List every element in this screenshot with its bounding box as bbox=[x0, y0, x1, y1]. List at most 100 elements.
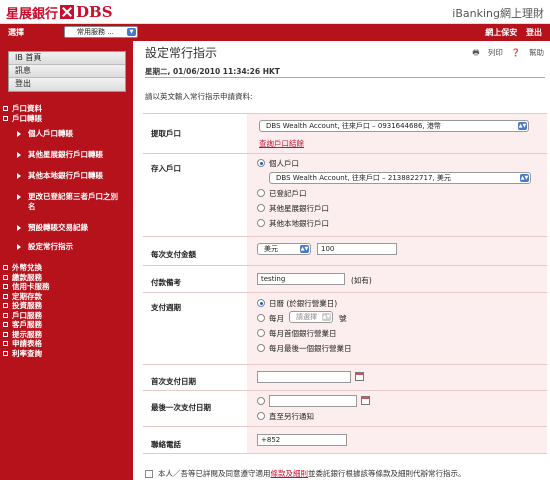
menu-bullet-icon bbox=[3, 115, 8, 121]
last-date-label: 最後一次支付日期 bbox=[143, 391, 247, 426]
chevron-down-icon: ▲▼ bbox=[520, 174, 529, 182]
row-to-account: 存入戶口 個人戶口 DBS Wealth Account, 往來戶口 – 213… bbox=[143, 153, 547, 236]
radio-registered-account-label: 已登記戶口 bbox=[269, 189, 307, 198]
terms-suffix: 並委託銀行根據該等條款及細則代辦常行指示。 bbox=[308, 469, 466, 478]
instruction-text: 請以英文輸入常行指示申請資料: bbox=[145, 92, 253, 101]
menu-bullet-icon bbox=[3, 303, 8, 308]
chevron-down-icon: ▲▼ bbox=[300, 245, 309, 253]
from-account-selected: DBS Wealth Account, 往來戶口 – 0931644686, 港… bbox=[266, 122, 441, 130]
dbs-logo[interactable]: 星展銀行 DBS bbox=[6, 3, 113, 22]
sidebar-ib-home[interactable]: IB 首頁 bbox=[9, 52, 125, 65]
check-balance-link[interactable]: 查詢戶口結餘 bbox=[259, 138, 304, 149]
sidebar-logout[interactable]: 登出 bbox=[9, 78, 125, 91]
sidebar: IB 首頁 訊息 登出 戶口資料 戶口轉賬 個人戶口轉賬 其他星展銀行戶口轉賬 … bbox=[0, 41, 133, 480]
radio-own-account[interactable] bbox=[257, 159, 265, 167]
menu-account-info[interactable]: 戶口資料 bbox=[0, 104, 133, 114]
menu-customer-services[interactable]: 客戶服務 bbox=[0, 320, 133, 330]
chevron-down-icon: ▲▼ bbox=[322, 313, 331, 321]
radio-registered-account[interactable] bbox=[257, 189, 265, 197]
amount-value-cell: 美元 ▲▼ 100 bbox=[247, 237, 547, 265]
remark-optional-hint: (如有) bbox=[351, 276, 372, 285]
first-date-label: 首次支付日期 bbox=[143, 365, 247, 390]
last-date-value-cell: 直至另行通知 bbox=[247, 391, 547, 426]
divider bbox=[145, 77, 545, 78]
to-account-select[interactable]: DBS Wealth Account, 往來戶口 – 2138822717, 美… bbox=[269, 172, 531, 184]
calendar-icon[interactable] bbox=[355, 372, 364, 381]
menu-bullet-icon bbox=[3, 350, 8, 356]
terms-prefix: 本人／吾等已詳閱及同意遵守適用 bbox=[158, 469, 271, 478]
menu-investment[interactable]: 投資服務 bbox=[0, 301, 133, 311]
online-security-link[interactable]: 網上保安 bbox=[485, 28, 517, 37]
remark-input[interactable]: testing bbox=[257, 273, 345, 285]
monthly-day-select[interactable]: 請選擇 ▲▼ bbox=[289, 311, 333, 323]
row-from-account: 提取戶口 DBS Wealth Account, 往來戶口 – 09316446… bbox=[143, 113, 547, 153]
submenu-own-account-transfer[interactable]: 個人戶口轉賬 bbox=[0, 129, 133, 150]
menu-label: 投資服務 bbox=[12, 301, 42, 310]
common-services-select[interactable]: 常用服務 ... ▼ bbox=[64, 26, 138, 38]
menu-credit-card[interactable]: 信用卡服務 bbox=[0, 282, 133, 292]
last-date-input[interactable] bbox=[269, 395, 357, 407]
radio-other-local-bank[interactable] bbox=[257, 219, 265, 227]
menu-bullet-icon bbox=[3, 293, 8, 299]
radio-freq-last-business-day[interactable] bbox=[257, 344, 265, 352]
menu-account-transfer[interactable]: 戶口轉賬 bbox=[0, 114, 133, 124]
submenu-label: 預設轉賬交易記錄 bbox=[28, 223, 88, 232]
menu-forms[interactable]: 申請表格 bbox=[0, 339, 133, 349]
row-last-date: 最後一次支付日期 直至另行通知 bbox=[143, 390, 547, 426]
submenu-scheduled-transfers[interactable]: 預設轉賬交易記錄 bbox=[0, 223, 133, 242]
calendar-icon[interactable] bbox=[361, 396, 370, 405]
radio-freq-monthly-day[interactable] bbox=[257, 314, 265, 322]
menu-fx[interactable]: 外幣兌換 bbox=[0, 263, 133, 273]
top-nav-bar: 選擇 常用服務 ... ▼ 網上保安 登出 bbox=[0, 24, 550, 41]
amount-label: 每次支付金額 bbox=[143, 237, 247, 265]
currency-selected: 美元 bbox=[264, 245, 278, 253]
row-remark: 付款備考 testing (如有) bbox=[143, 265, 547, 292]
sidebar-messages[interactable]: 訊息 bbox=[9, 65, 125, 78]
menu-alerts[interactable]: 提示服務 bbox=[0, 330, 133, 340]
menu-bill-payment[interactable]: 繳款服務 bbox=[0, 273, 133, 283]
menu-label: 申請表格 bbox=[12, 339, 42, 348]
currency-select[interactable]: 美元 ▲▼ bbox=[257, 243, 311, 255]
radio-freq-monthly-day-label: 每月 bbox=[269, 314, 284, 323]
radio-freq-daily[interactable] bbox=[257, 299, 265, 307]
radio-freq-first-business-day[interactable] bbox=[257, 329, 265, 337]
menu-rates[interactable]: 利率查詢 bbox=[0, 349, 133, 359]
radio-freq-daily-label: 日曆 (於銀行營業日) bbox=[269, 299, 338, 308]
menu-account-services[interactable]: 戶口服務 bbox=[0, 311, 133, 321]
from-account-label: 提取戶口 bbox=[143, 114, 247, 153]
submenu-standing-instruction[interactable]: 設定常行指示 bbox=[0, 242, 133, 263]
from-account-select[interactable]: DBS Wealth Account, 往來戶口 – 0931644686, 港… bbox=[259, 120, 529, 132]
first-date-input[interactable] bbox=[257, 371, 351, 383]
submenu-dbs-transfer[interactable]: 其他星展銀行戶口轉賬 bbox=[0, 150, 133, 171]
chevron-down-icon: ▲▼ bbox=[518, 122, 527, 130]
phone-value-cell: +852 bbox=[247, 427, 547, 453]
amount-input[interactable]: 100 bbox=[317, 243, 397, 255]
submenu-change-alias[interactable]: 更改已登記第三者戶口之別名 bbox=[0, 192, 120, 223]
radio-until-further-notice[interactable] bbox=[257, 412, 265, 420]
common-services-value: 常用服務 ... bbox=[77, 28, 114, 36]
main-content: 設定常行指示 🖶 列印 ❓ 幫助 星期二, 01/06/2010 11:34:2… bbox=[133, 41, 550, 480]
menu-time-deposit[interactable]: 定期存款 bbox=[0, 292, 133, 302]
radio-other-local-bank-label: 其他本地銀行戶口 bbox=[269, 219, 329, 228]
menu-label: 提示服務 bbox=[12, 329, 42, 339]
terms-checkbox[interactable] bbox=[145, 470, 153, 478]
submenu-local-bank-transfer[interactable]: 其他本地銀行戶口轉賬 bbox=[0, 171, 133, 192]
radio-other-dbs-account[interactable] bbox=[257, 204, 265, 212]
monthly-day-suffix: 號 bbox=[339, 314, 347, 323]
phone-input[interactable]: +852 bbox=[257, 434, 347, 446]
submenu-arrow-icon bbox=[17, 173, 21, 179]
remark-value-cell: testing (如有) bbox=[247, 266, 547, 292]
nav-logout-link[interactable]: 登出 bbox=[526, 28, 542, 37]
menu-bullet-icon bbox=[3, 265, 8, 270]
menu-label: 繳款服務 bbox=[12, 272, 42, 282]
print-button[interactable]: 🖶 列印 bbox=[472, 48, 502, 57]
menu-label: 利率查詢 bbox=[12, 348, 42, 358]
frequency-value-cell: 日曆 (於銀行營業日) 每月 請選擇 ▲▼ 號 每月首個銀行營業日 每月最後一個… bbox=[247, 293, 547, 364]
terms-link[interactable]: 條款及細則 bbox=[271, 469, 309, 478]
remark-label: 付款備考 bbox=[143, 266, 247, 292]
row-frequency: 支付週期 日曆 (於銀行營業日) 每月 請選擇 ▲▼ 號 每月首個銀行營業日 每… bbox=[143, 292, 547, 364]
radio-last-date-specific[interactable] bbox=[257, 397, 265, 405]
quick-select-label: 選擇 bbox=[8, 28, 24, 37]
from-account-value-cell: DBS Wealth Account, 往來戶口 – 0931644686, 港… bbox=[247, 114, 547, 153]
help-button[interactable]: ❓ 幫助 bbox=[511, 48, 544, 57]
